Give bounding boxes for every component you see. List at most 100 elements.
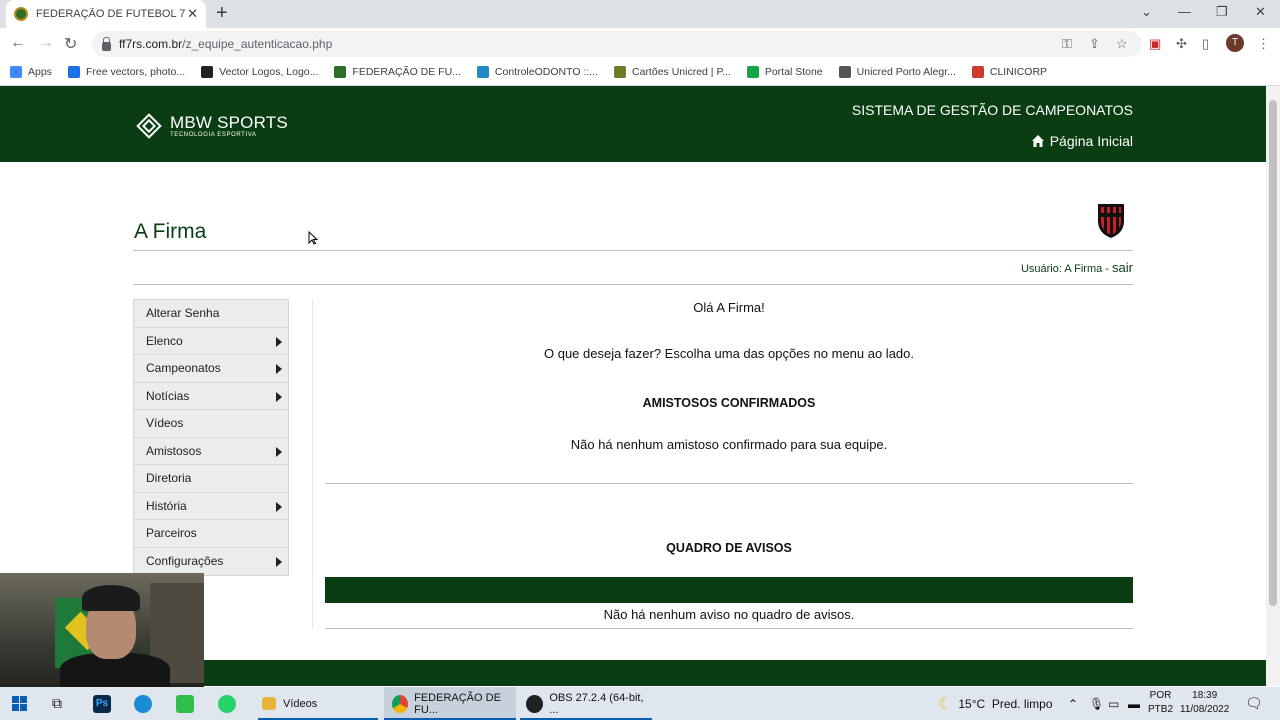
photoshop-icon[interactable]: Ps	[93, 687, 111, 720]
bookmarks-bar: Apps Free vectors, photo... Vector Logos, …	[0, 59, 1280, 86]
bookmark-label: Unicred Porto Alegr...	[856, 66, 956, 78]
bookmark-item[interactable]: Unicred Porto Alegr...	[838, 66, 956, 78]
menu-item-label: Campeonatos	[146, 361, 221, 376]
divider	[133, 250, 1133, 251]
bookmark-item[interactable]: ControleODONTO ::...	[476, 66, 599, 78]
brand-name: MBW SPORTS	[170, 112, 288, 132]
bookmark-label: Free vectors, photo...	[85, 66, 186, 78]
taskbar-app-chrome[interactable]: FEDERAÇÃO DE FU...	[384, 687, 516, 720]
menu-item-label: Notícias	[146, 388, 190, 403]
system-clock[interactable]: 18:39 11/08/2022	[1180, 689, 1229, 717]
browser-tabstrip: FEDERAÇÃO DE FUTEBOL 7 DO R ✕ + ⌄ — ❐ ✕	[0, 0, 1280, 28]
bookmark-label: CLINICORP	[989, 66, 1048, 78]
divider	[325, 483, 1133, 484]
menu-item[interactable]: Elenco	[134, 328, 288, 355]
menu-item-label: Vídeos	[146, 416, 184, 431]
browser-tab[interactable]: FEDERAÇÃO DE FUTEBOL 7 DO R ✕	[6, 0, 206, 28]
bookmark-item[interactable]: Cartões Unicred | P...	[614, 66, 731, 78]
bookmark-label: Vector Logos, Logo...	[219, 66, 319, 78]
bookmark-favicon-icon	[971, 66, 984, 78]
battery-icon[interactable]: ▬	[1128, 687, 1140, 720]
taskbar-app-obs[interactable]: OBS 27.2.4 (64-bit, ...	[520, 687, 652, 720]
brand-tagline: TECNOLOGIA ESPORTIVA	[170, 131, 257, 138]
menu-kebab-icon[interactable]: ⋮	[1257, 36, 1270, 52]
new-tab-icon[interactable]: +	[216, 3, 228, 23]
menu-item[interactable]: Configurações	[134, 548, 288, 576]
address-bar[interactable]: ff7rs.com.br/z_equipe_autenticacao.php	[92, 31, 1142, 57]
url-text: ff7rs.com.br/z_equipe_autenticacao.php	[119, 37, 333, 51]
bookmark-item[interactable]: Apps	[10, 66, 52, 78]
edge-icon[interactable]	[134, 687, 152, 720]
home-link[interactable]: Página Inicial	[1031, 133, 1133, 149]
menu-item[interactable]: Notícias	[134, 383, 288, 410]
submenu-arrow-icon	[276, 501, 282, 512]
logout-link[interactable]: sair	[1112, 260, 1133, 275]
maximize-icon[interactable]: ❐	[1216, 4, 1228, 20]
bookmark-label: Portal Stone	[764, 66, 823, 78]
back-icon[interactable]: ←	[10, 34, 26, 52]
column-divider	[312, 299, 313, 629]
bookmark-favicon-icon	[838, 66, 851, 78]
divider	[325, 628, 1133, 629]
menu-item-label: Configurações	[146, 554, 224, 569]
mbw-sports-logo[interactable]: MBW SPORTS TECNOLOGIA ESPORTIVA	[134, 111, 288, 141]
microphone-icon[interactable]: 🎙	[1089, 687, 1104, 720]
language-indicator[interactable]: POR PTB2	[1148, 689, 1173, 717]
submenu-arrow-icon	[276, 446, 282, 457]
tab-search-chevron-icon[interactable]: ⌄	[1141, 4, 1152, 20]
site-favicon-icon	[14, 7, 28, 21]
pdf-extension-icon[interactable]: ▣	[1149, 36, 1161, 52]
windows-start-icon[interactable]	[12, 696, 27, 711]
task-view-icon[interactable]: ⧉	[52, 687, 62, 720]
bookmark-item[interactable]: Portal Stone	[746, 66, 823, 78]
tab-close-icon[interactable]: ✕	[187, 6, 198, 22]
network-icon[interactable]: ▭	[1108, 687, 1119, 720]
profile-avatar[interactable]: T	[1226, 34, 1244, 52]
greeting-text: Olá A Firma!	[693, 300, 765, 315]
green-app-icon[interactable]	[176, 687, 194, 720]
menu-item[interactable]: Alterar Senha	[134, 300, 288, 328]
weather-widget[interactable]: ☾ 15°C Pred. limpo	[938, 687, 1053, 720]
menu-item-label: Alterar Senha	[146, 306, 220, 321]
taskbar-app-label: FEDERAÇÃO DE FU...	[414, 691, 501, 716]
extensions-icon[interactable]: ✣	[1176, 36, 1187, 52]
bookmark-item[interactable]: CLINICORP	[971, 66, 1048, 78]
page-scrollbar[interactable]	[1266, 86, 1280, 686]
taskbar-app-label: Vídeos	[283, 697, 318, 710]
home-link-label: Página Inicial	[1049, 133, 1133, 149]
lock-icon	[102, 36, 111, 51]
menu-item-label: Elenco	[146, 333, 183, 348]
submenu-arrow-icon	[276, 391, 282, 402]
browser-toolbar: ← → ↻ ff7rs.com.br/z_equipe_autenticacao…	[0, 28, 1280, 59]
menu-item[interactable]: Parceiros	[134, 520, 288, 548]
folder-icon	[262, 697, 276, 710]
tab-title: FEDERAÇÃO DE FUTEBOL 7 DO R	[36, 8, 186, 20]
menu-item[interactable]: Campeonatos	[134, 355, 288, 383]
close-window-icon[interactable]: ✕	[1255, 4, 1266, 20]
menu-item[interactable]: História	[134, 493, 288, 520]
share-icon[interactable]: ⇪	[1089, 36, 1100, 52]
side-panel-icon[interactable]: ▯	[1202, 36, 1209, 52]
minimize-icon[interactable]: —	[1178, 4, 1191, 19]
menu-item[interactable]: Diretoria	[134, 465, 288, 493]
key-icon[interactable]: ⚿	[1062, 36, 1072, 52]
reload-icon[interactable]: ↻	[64, 34, 77, 54]
bookmark-item[interactable]: FEDERAÇÃO DE FU...	[334, 66, 461, 78]
menu-item[interactable]: Amistosos	[134, 438, 288, 465]
bookmark-star-icon[interactable]: ☆	[1116, 36, 1128, 52]
forward-icon[interactable]: →	[38, 34, 54, 52]
notifications-icon[interactable]: 🗨	[1245, 687, 1263, 720]
tray-chevron-icon[interactable]: ⌃	[1068, 687, 1078, 720]
whatsapp-icon[interactable]	[218, 687, 236, 720]
bookmark-item[interactable]: Free vectors, photo...	[67, 66, 186, 78]
bookmark-item[interactable]: Vector Logos, Logo...	[201, 66, 318, 78]
bookmark-label: Apps	[28, 66, 52, 78]
team-menu: Alterar Senha Elenco Campeonatos Notícias Ví…	[133, 299, 289, 576]
scrollbar-thumb[interactable]	[1269, 100, 1277, 606]
user-line: Usuário: A Firma - sair	[1021, 260, 1133, 275]
bookmark-label: ControleODONTO ::...	[494, 66, 599, 78]
instruction-text: O que deseja fazer? Escolha uma das opçõ…	[543, 346, 915, 361]
menu-item[interactable]: Vídeos	[134, 410, 288, 438]
taskbar-app-videos[interactable]: Vídeos	[258, 687, 378, 720]
menu-item-label: Amistosos	[146, 443, 202, 458]
